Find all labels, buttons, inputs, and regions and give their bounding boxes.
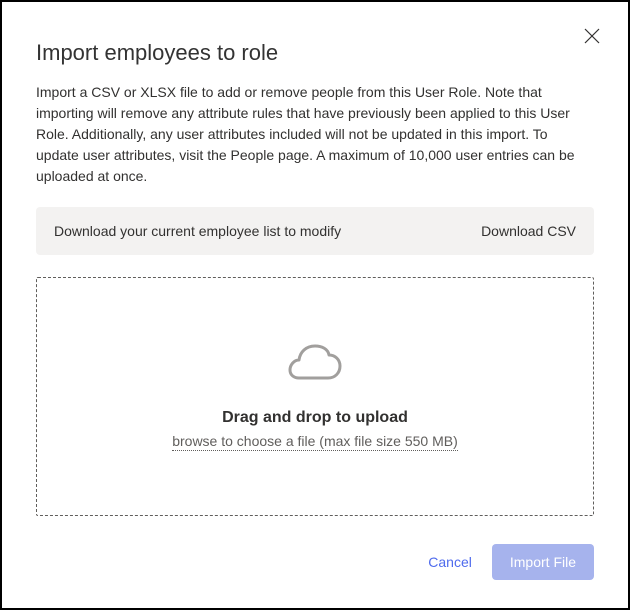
download-bar: Download your current employee list to m… — [36, 207, 594, 255]
close-button[interactable] — [580, 26, 604, 50]
dropzone-title: Drag and drop to upload — [222, 409, 408, 427]
cancel-button[interactable]: Cancel — [428, 554, 472, 570]
import-file-button[interactable]: Import File — [492, 544, 594, 580]
close-icon — [584, 28, 600, 49]
dialog-description: Import a CSV or XLSX file to add or remo… — [36, 82, 594, 187]
dialog-title: Import employees to role — [36, 40, 594, 66]
browse-file-link[interactable]: browse to choose a file (max file size 5… — [172, 433, 458, 451]
cloud-upload-icon — [288, 342, 342, 409]
download-csv-link[interactable]: Download CSV — [481, 223, 576, 239]
download-label: Download your current employee list to m… — [54, 223, 341, 239]
dialog-footer: Cancel Import File — [36, 544, 594, 580]
file-dropzone[interactable]: Drag and drop to upload browse to choose… — [36, 277, 594, 516]
